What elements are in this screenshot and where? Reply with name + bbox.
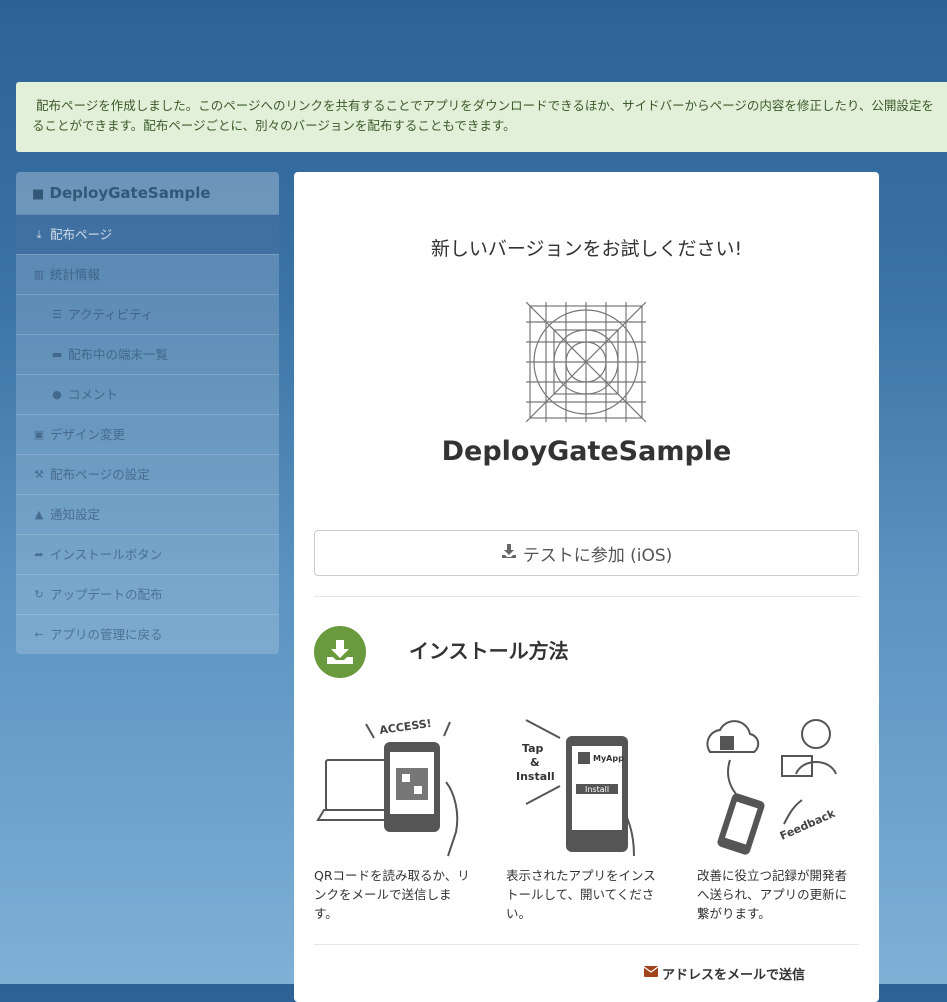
tap-install-illustration: MyApp Install Tap & Install [516, 719, 635, 857]
sidebar-item-label: 配布中の端末一覧 [68, 346, 169, 362]
install-howto-title: インストール方法 [409, 639, 569, 663]
sidebar-item-comments[interactable]: ● コメント [16, 374, 279, 414]
sidebar-item-activity[interactable]: ☰ アクティビティ [16, 294, 279, 334]
refresh-icon: ↻ [34, 587, 44, 601]
divider [314, 596, 859, 597]
truck-icon: ■ [32, 187, 45, 202]
qr-access-illustration: ACCESS! [316, 717, 459, 857]
install-badge-icon [314, 626, 366, 678]
page-headline: 新しいバージョンをお試しください! [430, 238, 743, 260]
alert-text-line-1: 配布ページを作成しました。このページへのリンクを共有することでアプリをダウンロー… [36, 98, 934, 113]
alert-text-line-2: ることができます。配布ページごとに、別々のバージョンを配布することもできます。 [32, 118, 516, 133]
sidebar-item-statistics[interactable]: ▥ 統計情報 [16, 254, 279, 294]
share-icon: ➦ [34, 547, 44, 561]
step-1-text: QRコードを読み取るか、リンクをメールで送信します。 [314, 868, 470, 921]
picture-icon: ▣ [33, 427, 45, 441]
sidebar-item-distribute-update[interactable]: ↻ アップデートの配布 [16, 574, 279, 614]
sidebar-item-back-to-app[interactable]: ← アプリの管理に戻る [16, 614, 279, 654]
sidebar-item-label: アプリの管理に戻る [50, 626, 163, 642]
email-link-label: アドレスをメールで送信 [662, 968, 806, 983]
download-icon [501, 543, 517, 564]
sidebar-title: DeployGateSample [49, 184, 211, 202]
comment-icon: ● [52, 387, 62, 401]
sidebar-header[interactable]: ■ DeployGateSample [16, 172, 279, 214]
access-label: ACCESS! [379, 717, 433, 737]
sidebar-item-label: 統計情報 [50, 266, 101, 282]
success-alert: 配布ページを作成しました。このページへのリンクを共有することでアプリをダウンロー… [16, 82, 947, 152]
list-icon: ☰ [52, 307, 62, 321]
app-icon-placeholder [526, 302, 646, 422]
ampersand-label: & [530, 756, 540, 769]
sidebar-item-label: アップデートの配布 [50, 586, 163, 602]
email-address-link[interactable]: アドレスをメールで送信 [643, 964, 806, 983]
sidebar-item-devices[interactable]: ▬ 配布中の端末一覧 [16, 334, 279, 374]
sidebar-item-page-settings[interactable]: ⚒ 配布ページの設定 [16, 454, 279, 494]
divider [314, 944, 859, 945]
app-name: DeployGateSample [441, 436, 732, 467]
sidebar-item-label: 配布ページ [50, 226, 113, 242]
join-test-label: テストに参加 (iOS) [522, 545, 673, 566]
step-3-text: 改善に役立つ記録が開発者へ送られ、アプリの更新に繋がります。 [697, 868, 848, 921]
feedback-label: Feedback [778, 807, 838, 843]
briefcase-icon: ▬ [51, 347, 63, 361]
sidebar-item-install-button[interactable]: ➦ インストールボタン [16, 534, 279, 574]
bell-icon: ▲ [34, 507, 44, 521]
sidebar-item-notifications[interactable]: ▲ 通知設定 [16, 494, 279, 534]
download-icon: ⤓ [36, 227, 42, 241]
sidebar: ■ DeployGateSample ⤓ 配布ページ ▥ 統計情報 ☰ アクティ… [16, 172, 279, 654]
sidebar-item-label: コメント [68, 386, 119, 402]
sidebar-item-label: デザイン変更 [50, 426, 126, 442]
sidebar-item-label: アクティビティ [68, 306, 154, 322]
arrow-left-icon: ← [34, 627, 44, 641]
install-word-label: Install [516, 770, 555, 783]
join-test-button[interactable]: テストに参加 (iOS) [314, 530, 859, 576]
feedback-illustration: Feedback [706, 719, 838, 855]
myapp-label: MyApp [593, 754, 624, 763]
distribution-card: 新しいバージョンをお試しください! DeployGateSample テストに参… [294, 172, 879, 1002]
step-2-text: 表示されたアプリをインストールして、開いてください。 [506, 868, 656, 921]
sidebar-item-label: インストールボタン [50, 546, 163, 562]
tap-label: Tap [522, 742, 544, 755]
sidebar-item-label: 配布ページの設定 [50, 466, 150, 482]
sidebar-item-label: 通知設定 [50, 506, 101, 522]
sidebar-item-distribution-page[interactable]: ⤓ 配布ページ [16, 214, 279, 254]
wrench-icon: ⚒ [34, 467, 44, 481]
install-label: Install [585, 785, 609, 794]
bar-chart-icon: ▥ [33, 267, 45, 281]
sidebar-item-design[interactable]: ▣ デザイン変更 [16, 414, 279, 454]
envelope-icon [643, 966, 659, 981]
